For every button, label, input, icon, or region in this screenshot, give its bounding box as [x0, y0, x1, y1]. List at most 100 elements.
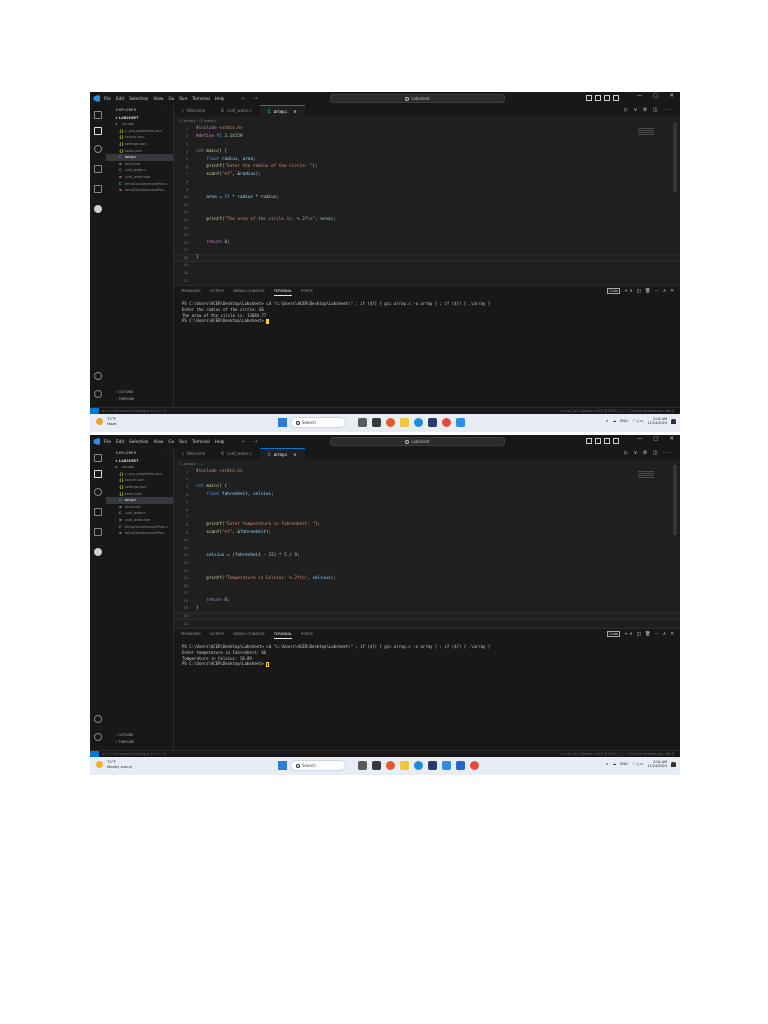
tab-array-c[interactable]: Carray.c ✕ — [259, 448, 305, 459]
panel-tab-problems[interactable]: PROBLEMS — [181, 629, 201, 639]
maximize-panel-icon[interactable]: ∧ — [663, 632, 666, 637]
tree-item[interactable]: {} settings.json — [106, 484, 173, 491]
menu-help[interactable]: Help — [215, 96, 225, 101]
terminal-profile-badge[interactable]: Code — [606, 631, 621, 637]
edge-browser-icon[interactable] — [414, 761, 423, 770]
maximize-icon[interactable]: ▢ — [653, 436, 658, 442]
vscode-taskbar-icon[interactable] — [456, 418, 465, 427]
tray-chevron-icon[interactable]: ∧ — [606, 762, 609, 766]
status-right[interactable]: Ln 14, Col 2 Spaces: 4 UTF-8 CRLF { } C … — [561, 752, 674, 756]
menu-terminal[interactable]: Terminal — [192, 439, 210, 444]
tree-item[interactable]: {} c_cpp_properties.json — [106, 128, 173, 135]
panel-tab-terminal[interactable]: TERMINAL — [273, 629, 293, 639]
breadcrumb[interactable]: C array.c › ... — [180, 462, 203, 466]
split-terminal-icon[interactable]: ◫ — [637, 289, 641, 294]
weather-widget[interactable]: 72°F Mostly sunny — [96, 759, 132, 769]
panel-tab-debug-console[interactable]: DEBUG CONSOLE — [233, 629, 264, 639]
tree-item[interactable]: CtempCalcAdvancedProc.c — [106, 523, 173, 530]
toggle-secondary-icon[interactable] — [604, 438, 610, 444]
tree-item[interactable]: Carray.c — [106, 153, 173, 161]
status-left[interactable]: ⊗ 0 ⚠ 0 ⚙ Launch ⚲ Debug ⊗ 0 ⚠ 0 ☉ 0 — [102, 752, 166, 756]
menu-run[interactable]: Run — [179, 96, 187, 101]
wifi-volume-battery-icon[interactable]: ◠ ◁ ▭ — [632, 762, 644, 766]
split-terminal-icon[interactable]: ◫ — [637, 632, 641, 637]
panel-tab-problems[interactable]: PROBLEMS — [181, 286, 201, 296]
customize-layout-icon[interactable] — [613, 438, 619, 444]
close-tab-icon[interactable]: ✕ — [293, 452, 296, 457]
nav-arrows-icon[interactable]: ← → — [241, 439, 260, 445]
menu-file[interactable]: File — [104, 439, 111, 444]
search-icon[interactable] — [94, 145, 102, 153]
menu-selection[interactable]: Selection — [129, 96, 148, 101]
onedrive-icon[interactable]: ☁ — [613, 762, 617, 766]
close-tab-icon[interactable]: ✕ — [293, 109, 296, 114]
timeline-section[interactable]: › TIMELINE — [116, 397, 134, 401]
tree-item[interactable]: ∨ .vscode — [106, 121, 173, 128]
windows-start-icon[interactable] — [278, 761, 287, 770]
tree-item[interactable]: ≡ array.exe — [106, 504, 173, 511]
kill-terminal-icon[interactable]: 🗑 — [645, 289, 651, 294]
menu-view[interactable]: View — [153, 96, 163, 101]
notification-bell-icon[interactable] — [671, 418, 676, 424]
toggle-sidebar-icon[interactable] — [586, 95, 592, 101]
tree-item[interactable]: Ccold_water.c — [106, 510, 173, 517]
nav-arrows-icon[interactable]: ← → — [241, 96, 260, 102]
toggle-panel-icon[interactable] — [595, 438, 601, 444]
new-terminal-icon[interactable]: + ∨ — [624, 632, 633, 637]
editor-actions[interactable]: ▷ ∨ ⚙ ◫ ··· — [624, 107, 674, 113]
search-icon[interactable] — [94, 488, 102, 496]
panel-tab-terminal[interactable]: TERMINAL — [273, 286, 293, 296]
settings-gear-icon[interactable] — [94, 390, 102, 398]
more-panel-icon[interactable]: ··· — [655, 289, 659, 294]
live-share-icon[interactable] — [94, 548, 102, 556]
store-app-icon[interactable] — [428, 418, 437, 427]
store-app-icon[interactable] — [428, 761, 437, 770]
onedrive-icon[interactable]: ☁ — [613, 419, 617, 423]
terminal-profile-badge[interactable]: Code — [606, 288, 621, 294]
menu-selection[interactable]: Selection — [129, 439, 148, 444]
pen-app-icon[interactable] — [358, 761, 367, 770]
menu-edit[interactable]: Edit — [116, 439, 124, 444]
pen-app-icon[interactable] — [358, 418, 367, 427]
clock[interactable]: 2:04 AM 11/24/2024 — [647, 417, 667, 426]
explorer-icon[interactable] — [94, 454, 102, 462]
copilot-icon[interactable] — [94, 127, 102, 135]
tree-item[interactable]: ≡ tempCalcAdvancedPro... — [106, 187, 173, 194]
outlook-app-icon[interactable] — [456, 761, 465, 770]
status-left[interactable]: ⊗ 0 ⚠ 0 ⚙ Launch ⚲ Debug ⊗ 0 ⚠ 0 ☉ 0 — [102, 409, 166, 413]
toggle-panel-icon[interactable] — [595, 95, 601, 101]
toggle-sidebar-icon[interactable] — [586, 438, 592, 444]
terminal-output[interactable]: PS C:\Users\ACER\Desktop\Labsheet> cd "c… — [182, 644, 490, 667]
command-center[interactable]: Labsheet — [330, 437, 505, 446]
extensions-icon[interactable] — [94, 185, 102, 193]
kill-terminal-icon[interactable]: 🗑 — [645, 632, 651, 637]
run-debug-icon[interactable] — [94, 508, 102, 516]
menu-file[interactable]: File — [104, 96, 111, 101]
minimize-icon[interactable]: — — [637, 93, 643, 99]
language-indicator[interactable]: ENG — [620, 419, 628, 423]
layout-controls[interactable] — [586, 438, 619, 444]
tree-item[interactable]: {} launch.json — [106, 134, 173, 141]
tree-item[interactable]: {} tasks.json — [106, 490, 173, 497]
run-debug-icon[interactable] — [94, 165, 102, 173]
tree-item[interactable]: {} tasks.json — [106, 147, 173, 154]
layout-controls[interactable] — [586, 95, 619, 101]
menu-terminal[interactable]: Terminal — [192, 96, 210, 101]
breadcrumb[interactable]: C array.c › ⓕ main() — [180, 119, 216, 124]
file-explorer-icon[interactable] — [400, 761, 409, 770]
customize-layout-icon[interactable] — [613, 95, 619, 101]
live-share-icon[interactable] — [94, 205, 102, 213]
panel-tab-output[interactable]: OUTPUT — [210, 286, 225, 296]
minimize-icon[interactable]: — — [637, 436, 643, 442]
close-panel-icon[interactable]: ✕ — [670, 632, 674, 637]
tree-item[interactable]: Ccold_water.c — [106, 167, 173, 174]
account-icon[interactable] — [94, 372, 102, 380]
code-editor[interactable]: 1 #include <stdio.h> 2 #define PI 3.14159 3 4… — [174, 125, 680, 292]
command-center[interactable]: Labsheet — [330, 94, 505, 103]
tree-item[interactable]: CtempCalcAdvancedProc.c — [106, 180, 173, 187]
close-icon[interactable]: ✕ — [669, 93, 674, 99]
tree-item[interactable]: ≡ array.exe — [106, 161, 173, 168]
code-editor[interactable]: 1 #include <stdio.h> 2 3 int main() {4 float… — [174, 468, 680, 635]
language-indicator[interactable]: ENG — [620, 762, 628, 766]
tab-welcome[interactable]: ⟩ Welcome — [174, 105, 213, 116]
